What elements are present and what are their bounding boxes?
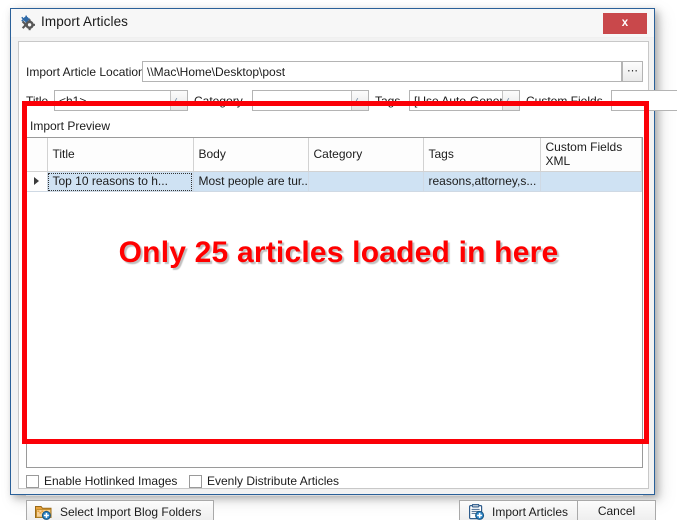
window-client-area: Import Article Location ⋯ Title <h1> Cat… [18,41,677,520]
select-import-blog-folders-button[interactable]: Select Import Blog Folders [26,500,214,520]
screenshot-root: Import Articles x Import Article Locatio… [0,0,677,520]
import-articles-label: Import Articles [492,505,569,519]
import-articles-button[interactable]: Import Articles [459,500,587,520]
select-import-blog-folders-label: Select Import Blog Folders [60,505,202,519]
gear-icon [20,15,37,32]
import-preview-group: Import Preview Title Body Category Tags … [26,119,643,468]
evenly-distribute-articles-label: Evenly Distribute Articles [207,474,340,488]
table-row[interactable]: Top 10 reasons to h... Most people are t… [27,171,642,192]
clipboard-add-icon [468,503,485,520]
checkbox-box [26,475,39,488]
title-field-label: Title [26,94,49,108]
footer-divider [26,495,643,496]
column-header-body[interactable]: Body [193,138,309,172]
row-selector-cell[interactable] [27,171,48,192]
cell-custom-fields-xml[interactable] [540,171,642,192]
enable-hotlinked-images-label: Enable Hotlinked Images [44,474,178,488]
title-select[interactable]: <h1> [54,90,188,111]
custom-fields-select[interactable] [611,90,677,111]
category-field-label: Category [194,94,243,108]
column-header-tags[interactable]: Tags [423,138,541,172]
current-row-caret-icon [34,177,39,185]
cell-tags[interactable]: reasons,attorney,s... [423,171,541,192]
category-select[interactable] [252,90,369,111]
title-select-value: <h1> [59,94,87,108]
table-header-row: Title Body Category Tags Custom Fields X… [27,138,642,172]
preview-table: Title Body Category Tags Custom Fields X… [27,138,642,192]
fields-row: Title <h1> Category Tags [Use Auto-Gener… [26,90,677,112]
chevron-down-icon[interactable] [502,91,519,110]
tags-select[interactable]: [Use Auto-Genera [409,90,520,111]
cell-title[interactable]: Top 10 reasons to h... [47,171,194,192]
cell-body[interactable]: Most people are tur... [193,171,309,192]
window-title: Import Articles [41,14,129,29]
location-row: Import Article Location ⋯ [26,61,643,83]
column-header-title[interactable]: Title [47,138,194,172]
import-articles-window: Import Articles x Import Article Locatio… [10,8,677,520]
window-titlebar: Import Articles x [11,9,654,38]
chevron-down-icon[interactable] [351,91,368,110]
tags-field-label: Tags [375,94,401,108]
column-header-custom-fields-xml[interactable]: Custom Fields XML [540,138,642,172]
tags-select-value: [Use Auto-Genera [414,94,511,108]
row-selector-header [27,138,48,172]
import-preview-legend: Import Preview [28,119,113,133]
options-row: Enable Hotlinked Images Evenly Distribut… [26,474,643,492]
location-label: Import Article Location [26,65,145,79]
custom-fields-label: Custom Fields [526,94,603,108]
browse-button[interactable]: ⋯ [622,61,643,82]
close-button[interactable]: x [603,13,647,34]
location-input[interactable] [142,61,622,82]
chevron-down-icon[interactable] [170,91,187,110]
folder-add-icon [35,504,52,520]
cell-category[interactable] [308,171,424,192]
cancel-button[interactable]: Cancel [577,500,656,520]
checkbox-box [189,475,202,488]
column-header-category[interactable]: Category [308,138,424,172]
import-preview-grid[interactable]: Title Body Category Tags Custom Fields X… [26,137,643,468]
